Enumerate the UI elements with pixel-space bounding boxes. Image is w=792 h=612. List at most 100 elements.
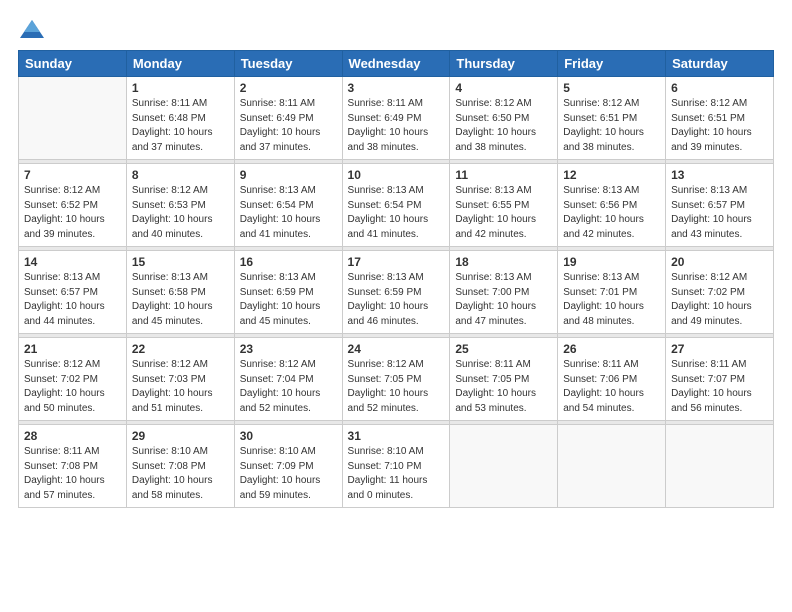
day-number: 18 (455, 255, 552, 269)
calendar-cell: 31 Sunrise: 8:10 AM Sunset: 7:10 PM Dayli… (342, 425, 450, 508)
day-number: 27 (671, 342, 768, 356)
day-number: 22 (132, 342, 229, 356)
day-number: 6 (671, 81, 768, 95)
calendar-cell: 27 Sunrise: 8:11 AM Sunset: 7:07 PM Dayli… (666, 338, 774, 421)
day-number: 19 (563, 255, 660, 269)
day-number: 23 (240, 342, 337, 356)
day-info: Sunrise: 8:12 AM Sunset: 6:51 PM Dayligh… (671, 97, 768, 155)
calendar-cell: 24 Sunrise: 8:12 AM Sunset: 7:05 PM Dayli… (342, 338, 450, 421)
calendar-cell: 29 Sunrise: 8:10 AM Sunset: 7:08 PM Dayli… (126, 425, 234, 508)
calendar-cell: 17 Sunrise: 8:13 AM Sunset: 6:59 PM Dayli… (342, 251, 450, 334)
day-info: Sunrise: 8:11 AM Sunset: 7:08 PM Dayligh… (24, 445, 121, 503)
day-number: 10 (348, 168, 445, 182)
day-info: Sunrise: 8:13 AM Sunset: 6:59 PM Dayligh… (348, 271, 445, 329)
day-info: Sunrise: 8:10 AM Sunset: 7:10 PM Dayligh… (348, 445, 445, 503)
day-number: 24 (348, 342, 445, 356)
calendar-cell: 9 Sunrise: 8:13 AM Sunset: 6:54 PM Daylig… (234, 164, 342, 247)
day-info: Sunrise: 8:13 AM Sunset: 6:54 PM Dayligh… (240, 184, 337, 242)
day-number: 21 (24, 342, 121, 356)
day-number: 8 (132, 168, 229, 182)
calendar-table: SundayMondayTuesdayWednesdayThursdayFrid… (18, 50, 774, 508)
calendar-cell: 6 Sunrise: 8:12 AM Sunset: 6:51 PM Daylig… (666, 77, 774, 160)
calendar-cell: 3Sunrise: 8:11 AM Sunset: 6:49 PM Daylig… (342, 77, 450, 160)
day-number: 1 (132, 81, 229, 95)
day-number: 28 (24, 429, 121, 443)
day-info: Sunrise: 8:11 AM Sunset: 7:07 PM Dayligh… (671, 358, 768, 416)
day-number: 3 (348, 81, 445, 95)
weekday-header-sunday: Sunday (19, 51, 127, 77)
day-number: 15 (132, 255, 229, 269)
day-number: 29 (132, 429, 229, 443)
day-number: 4 (455, 81, 552, 95)
day-info: Sunrise: 8:12 AM Sunset: 7:05 PM Dayligh… (348, 358, 445, 416)
day-info: Sunrise: 8:13 AM Sunset: 6:57 PM Dayligh… (24, 271, 121, 329)
week-row-4: 21 Sunrise: 8:12 AM Sunset: 7:02 PM Dayli… (19, 338, 774, 421)
calendar-cell (666, 425, 774, 508)
day-info: Sunrise: 8:12 AM Sunset: 6:50 PM Dayligh… (455, 97, 552, 155)
day-info: Sunrise: 8:13 AM Sunset: 7:01 PM Dayligh… (563, 271, 660, 329)
day-number: 17 (348, 255, 445, 269)
day-info: Sunrise: 8:12 AM Sunset: 7:03 PM Dayligh… (132, 358, 229, 416)
calendar-cell (19, 77, 127, 160)
calendar-cell: 2Sunrise: 8:11 AM Sunset: 6:49 PM Daylig… (234, 77, 342, 160)
day-info: Sunrise: 8:11 AM Sunset: 7:05 PM Dayligh… (455, 358, 552, 416)
calendar-cell: 23 Sunrise: 8:12 AM Sunset: 7:04 PM Dayli… (234, 338, 342, 421)
logo (18, 18, 50, 40)
calendar-cell: 18Sunrise: 8:13 AM Sunset: 7:00 PM Dayli… (450, 251, 558, 334)
day-info: Sunrise: 8:13 AM Sunset: 6:54 PM Dayligh… (348, 184, 445, 242)
day-number: 31 (348, 429, 445, 443)
calendar-cell: 15 Sunrise: 8:13 AM Sunset: 6:58 PM Dayli… (126, 251, 234, 334)
day-number: 14 (24, 255, 121, 269)
week-row-5: 28 Sunrise: 8:11 AM Sunset: 7:08 PM Dayli… (19, 425, 774, 508)
day-info: Sunrise: 8:13 AM Sunset: 6:59 PM Dayligh… (240, 271, 337, 329)
day-number: 26 (563, 342, 660, 356)
day-info: Sunrise: 8:12 AM Sunset: 7:02 PM Dayligh… (24, 358, 121, 416)
day-info: Sunrise: 8:13 AM Sunset: 6:57 PM Dayligh… (671, 184, 768, 242)
day-number: 2 (240, 81, 337, 95)
week-row-1: 1 Sunrise: 8:11 AM Sunset: 6:48 PM Daylig… (19, 77, 774, 160)
calendar-cell: 30Sunrise: 8:10 AM Sunset: 7:09 PM Dayli… (234, 425, 342, 508)
day-number: 20 (671, 255, 768, 269)
day-number: 5 (563, 81, 660, 95)
weekday-header-saturday: Saturday (666, 51, 774, 77)
day-info: Sunrise: 8:13 AM Sunset: 6:58 PM Dayligh… (132, 271, 229, 329)
day-info: Sunrise: 8:11 AM Sunset: 6:48 PM Dayligh… (132, 97, 229, 155)
weekday-header-row: SundayMondayTuesdayWednesdayThursdayFrid… (19, 51, 774, 77)
weekday-header-wednesday: Wednesday (342, 51, 450, 77)
day-number: 16 (240, 255, 337, 269)
calendar-cell: 7Sunrise: 8:12 AM Sunset: 6:52 PM Daylig… (19, 164, 127, 247)
day-info: Sunrise: 8:11 AM Sunset: 7:06 PM Dayligh… (563, 358, 660, 416)
weekday-header-tuesday: Tuesday (234, 51, 342, 77)
day-number: 11 (455, 168, 552, 182)
calendar-cell: 14 Sunrise: 8:13 AM Sunset: 6:57 PM Dayli… (19, 251, 127, 334)
calendar-cell: 25Sunrise: 8:11 AM Sunset: 7:05 PM Dayli… (450, 338, 558, 421)
weekday-header-thursday: Thursday (450, 51, 558, 77)
week-row-2: 7Sunrise: 8:12 AM Sunset: 6:52 PM Daylig… (19, 164, 774, 247)
day-info: Sunrise: 8:10 AM Sunset: 7:09 PM Dayligh… (240, 445, 337, 503)
calendar-cell: 22 Sunrise: 8:12 AM Sunset: 7:03 PM Dayli… (126, 338, 234, 421)
day-info: Sunrise: 8:10 AM Sunset: 7:08 PM Dayligh… (132, 445, 229, 503)
day-info: Sunrise: 8:12 AM Sunset: 7:02 PM Dayligh… (671, 271, 768, 329)
page: SundayMondayTuesdayWednesdayThursdayFrid… (0, 0, 792, 612)
day-info: Sunrise: 8:12 AM Sunset: 6:51 PM Dayligh… (563, 97, 660, 155)
calendar-cell: 4 Sunrise: 8:12 AM Sunset: 6:50 PM Daylig… (450, 77, 558, 160)
day-info: Sunrise: 8:12 AM Sunset: 6:53 PM Dayligh… (132, 184, 229, 242)
calendar-cell: 28 Sunrise: 8:11 AM Sunset: 7:08 PM Dayli… (19, 425, 127, 508)
calendar-cell: 12Sunrise: 8:13 AM Sunset: 6:56 PM Dayli… (558, 164, 666, 247)
calendar-cell: 8 Sunrise: 8:12 AM Sunset: 6:53 PM Daylig… (126, 164, 234, 247)
calendar-cell: 11 Sunrise: 8:13 AM Sunset: 6:55 PM Dayli… (450, 164, 558, 247)
calendar-cell: 20 Sunrise: 8:12 AM Sunset: 7:02 PM Dayli… (666, 251, 774, 334)
calendar-cell (558, 425, 666, 508)
logo-icon (18, 18, 46, 40)
day-info: Sunrise: 8:13 AM Sunset: 6:55 PM Dayligh… (455, 184, 552, 242)
calendar-cell: 5 Sunrise: 8:12 AM Sunset: 6:51 PM Daylig… (558, 77, 666, 160)
calendar-cell (450, 425, 558, 508)
calendar-cell: 26 Sunrise: 8:11 AM Sunset: 7:06 PM Dayli… (558, 338, 666, 421)
weekday-header-monday: Monday (126, 51, 234, 77)
week-row-3: 14 Sunrise: 8:13 AM Sunset: 6:57 PM Dayli… (19, 251, 774, 334)
day-info: Sunrise: 8:12 AM Sunset: 7:04 PM Dayligh… (240, 358, 337, 416)
weekday-header-friday: Friday (558, 51, 666, 77)
day-number: 9 (240, 168, 337, 182)
calendar-cell: 21 Sunrise: 8:12 AM Sunset: 7:02 PM Dayli… (19, 338, 127, 421)
calendar-cell: 13Sunrise: 8:13 AM Sunset: 6:57 PM Dayli… (666, 164, 774, 247)
